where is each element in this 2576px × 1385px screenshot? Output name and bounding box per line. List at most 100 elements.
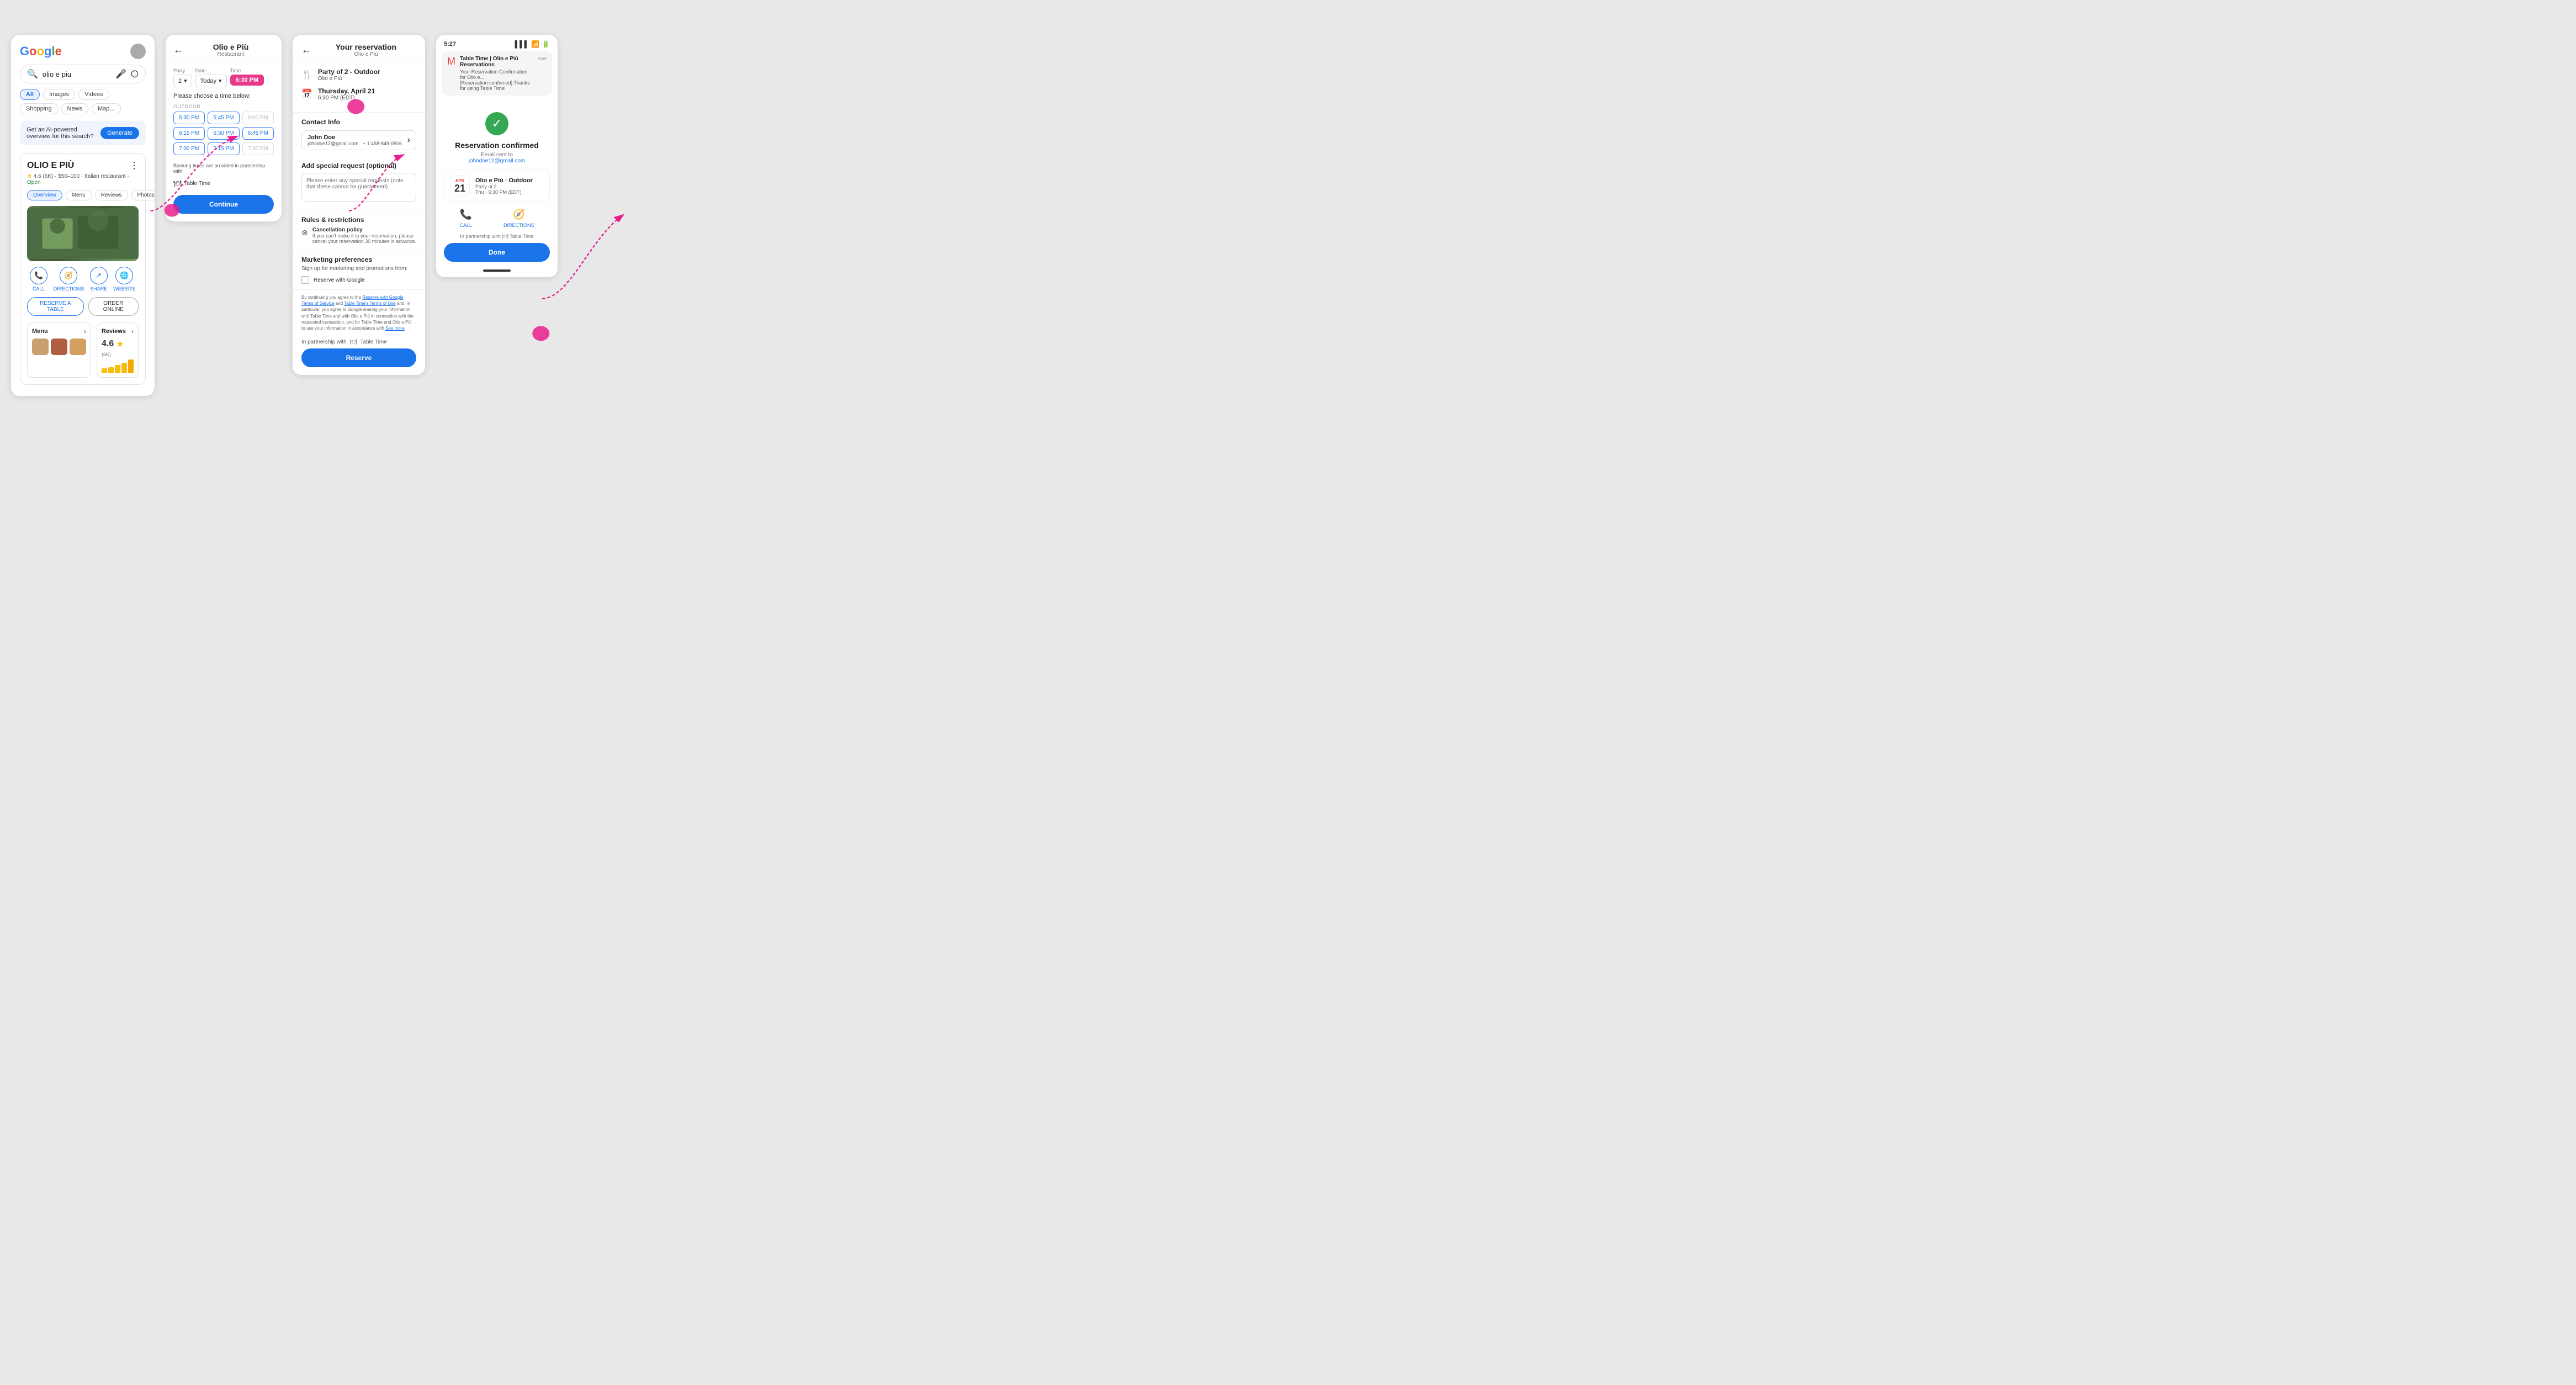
contact-section: Contact Info John Doe johndoe12@gmail.co…: [293, 112, 425, 156]
time-630[interactable]: 6:30 PM: [208, 127, 239, 140]
directions-icon-conf: 🧭: [513, 209, 525, 220]
menu-section: Menu ›: [27, 323, 91, 378]
booking-party: Party of 2: [475, 184, 533, 189]
rating-bars: [102, 360, 134, 373]
time-selected[interactable]: 6:30 PM: [230, 75, 264, 86]
party-select[interactable]: 2 ▾: [173, 75, 192, 87]
directions-label-conf: DIRECTIONS: [503, 223, 534, 228]
marketing-sub: Sign up for marketing and promotions fro…: [301, 266, 416, 272]
date-label: Date: [195, 68, 227, 73]
card2-title: Olio e Più Restaurant: [188, 43, 274, 57]
special-title: Add special request (optional): [301, 162, 416, 170]
booking-restaurant: Olio e Più · Outdoor: [475, 177, 533, 184]
time-530[interactable]: 5:30 PM: [173, 112, 205, 124]
reviews-arrow[interactable]: ›: [131, 327, 134, 335]
contact-title: Contact Info: [301, 118, 416, 126]
time-grid: 5:30 PM 5:45 PM 6:00 PM 6:15 PM 6:30 PM …: [166, 112, 282, 161]
call-action[interactable]: 📞 CALL: [30, 267, 47, 292]
menu-arrow[interactable]: ›: [84, 327, 86, 335]
user-avatar[interactable]: [130, 44, 146, 59]
signal-icon: ▌▌▌: [515, 40, 529, 48]
tabletime-icon: 🍽: [173, 179, 182, 187]
status-time: 5:27: [444, 41, 456, 47]
website-action[interactable]: 🌐 WEBSITE: [113, 267, 136, 292]
tab-photos[interactable]: Photos: [131, 190, 155, 200]
call-icon: 📞: [30, 267, 47, 284]
filter-all[interactable]: All: [20, 89, 40, 100]
more-options-icon[interactable]: ⋮: [130, 160, 139, 171]
bar-5: [128, 360, 134, 373]
contact-row[interactable]: John Doe johndoe12@gmail.com + 1 458-849…: [301, 130, 416, 150]
party-label: Party: [173, 68, 192, 73]
order-online-button[interactable]: ORDER ONLINE: [88, 297, 139, 316]
generate-button[interactable]: Generate: [100, 127, 139, 139]
time-715[interactable]: 7:15 PM: [208, 142, 239, 155]
time-700[interactable]: 7:00 PM: [173, 142, 205, 155]
reservation-time-card: ← Olio e Più Restaurant Party 2 ▾ Date T…: [166, 35, 282, 221]
email-address: johndoe12@gmail.com: [444, 158, 550, 164]
filter-videos[interactable]: Videos: [78, 89, 109, 100]
time-645[interactable]: 6:45 PM: [242, 127, 274, 140]
done-button[interactable]: Done: [444, 243, 550, 262]
cancel-icon: ⊗: [301, 228, 308, 237]
back-button[interactable]: ←: [173, 44, 183, 56]
special-request-section: Add special request (optional): [293, 156, 425, 210]
call-icon-conf: 📞: [460, 209, 472, 220]
call-label: CALL: [33, 286, 45, 292]
special-request-input[interactable]: [301, 173, 416, 202]
status-icons: ▌▌▌ 📶 🔋: [515, 40, 550, 48]
filter-images[interactable]: Images: [43, 89, 75, 100]
contact-email: johndoe12@gmail.com: [308, 141, 358, 146]
time-detail-text: 6:30 PM (EDT): [318, 95, 375, 101]
tab-menu[interactable]: Menu: [66, 190, 92, 200]
terms-link-2[interactable]: Table Time's Terms of Use: [344, 301, 395, 306]
utensils-icon: 🍴: [301, 69, 312, 80]
notif-title: Table Time | Olio e Più Reservations: [460, 56, 533, 68]
mic-icon[interactable]: 🎤: [115, 68, 126, 80]
share-action[interactable]: ↗ SHARE: [90, 267, 108, 292]
wifi-icon: 📶: [531, 40, 539, 48]
bottom-row: Menu › Reviews › 4.6: [27, 323, 139, 378]
cta-row: RESERVE A TABLE ORDER ONLINE: [27, 297, 139, 316]
see-more-link[interactable]: See more: [385, 326, 405, 331]
time-600: 6:00 PM: [242, 112, 274, 124]
menu-title: Menu ›: [32, 327, 86, 335]
tab-overview[interactable]: Overview: [27, 190, 62, 200]
filter-news[interactable]: News: [61, 103, 89, 114]
lens-icon[interactable]: ⬡: [131, 68, 139, 80]
directions-action-conf[interactable]: 🧭 DIRECTIONS: [503, 209, 534, 228]
date-block: APR 21: [450, 176, 470, 196]
tabletime-text: Table Time: [184, 181, 210, 187]
conf-actions: 📞 CALL 🧭 DIRECTIONS: [436, 209, 558, 234]
time-730: 7:30 PM: [242, 142, 274, 155]
time-label: Time: [230, 68, 264, 73]
directions-action[interactable]: 🧭 DIRECTIONS: [54, 267, 84, 292]
reserve-table-button[interactable]: RESERVE A TABLE: [27, 297, 84, 316]
rating-star-icon: ★: [116, 339, 124, 350]
marketing-check-row: Reserve with Google: [301, 276, 416, 284]
partnership-row: In partnership with 🍽 Table Time: [293, 336, 425, 348]
search-input[interactable]: olio e piu: [43, 70, 111, 78]
time-545[interactable]: 5:45 PM: [208, 112, 239, 124]
date-field: Date Today ▾: [195, 68, 227, 87]
continue-button[interactable]: Continue: [173, 195, 274, 214]
call-label-conf: CALL: [459, 223, 472, 228]
biz-type: Italian restaurant: [84, 173, 126, 179]
status-bar: 5:27 ▌▌▌ 📶 🔋: [436, 35, 558, 51]
biz-price: $50–100: [58, 173, 79, 179]
card2-header: ← Olio e Più Restaurant: [166, 35, 282, 62]
call-action-conf[interactable]: 📞 CALL: [459, 209, 472, 228]
date-select[interactable]: Today ▾: [195, 75, 227, 87]
filter-shopping[interactable]: Shopping: [20, 103, 58, 114]
time-615[interactable]: 6:15 PM: [173, 127, 205, 140]
email-notification[interactable]: M Table Time | Olio e Più Reservations Y…: [442, 51, 552, 96]
filter-maps[interactable]: Map...: [92, 103, 121, 114]
rwg-checkbox[interactable]: [301, 276, 309, 284]
website-label: WEBSITE: [113, 286, 136, 292]
dropdown-icon: ▾: [184, 77, 187, 84]
tab-reviews[interactable]: Reviews: [95, 190, 128, 200]
reserve-button[interactable]: Reserve: [301, 348, 416, 367]
search-bar[interactable]: 🔍 olio e piu 🎤 ⬡: [20, 65, 146, 83]
biz-meta: ★ 4.6 (6K) · $50–100 · Italian restauran…: [27, 173, 139, 186]
back-button-3[interactable]: ←: [301, 44, 311, 56]
